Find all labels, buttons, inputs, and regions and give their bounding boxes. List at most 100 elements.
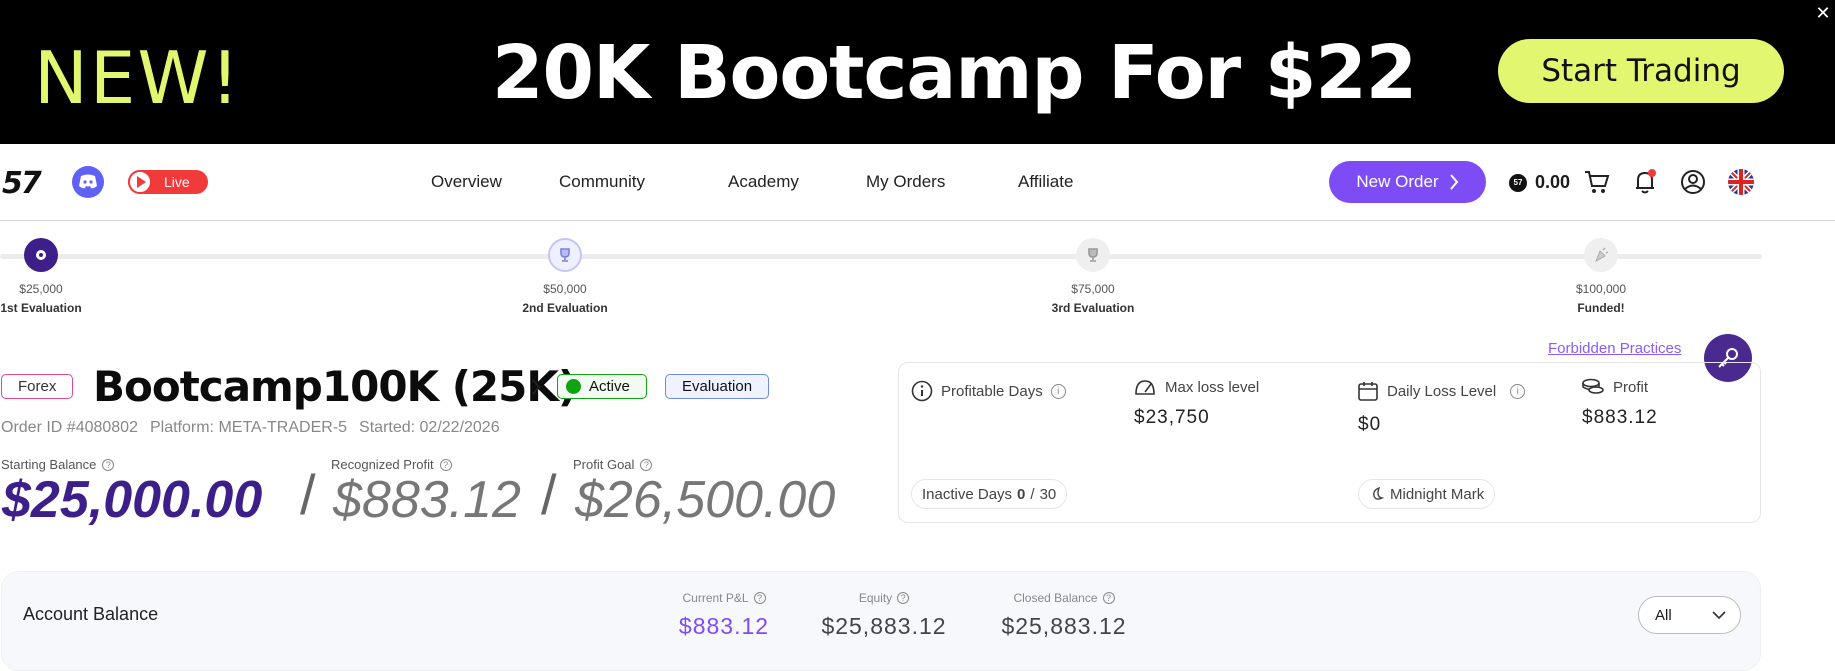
step-1st-evaluation: $25,000 1st Evaluation (0, 238, 121, 315)
step-name: Funded! (1577, 301, 1625, 315)
account-balance-title: Account Balance (23, 604, 159, 624)
status-dot-icon (566, 379, 581, 394)
equity-label: Equity (858, 591, 893, 605)
chevron-right-icon[interactable] (530, 378, 542, 396)
current-pnl-value: $883.12 (678, 613, 770, 639)
new-order-label: New Order (1356, 172, 1439, 191)
inactive-days-current: 0 (1017, 485, 1026, 503)
daily-loss-stat: Daily Loss Level i (1357, 380, 1526, 402)
moon-icon (1373, 486, 1385, 500)
calendar-icon (1358, 382, 1378, 401)
starting-balance-value: $25,000.00 (2, 471, 263, 529)
daily-loss-value: $0 (1358, 414, 1382, 435)
coin-balance[interactable]: 57 0.00 (1509, 172, 1570, 193)
equity-value: $25,883.12 (821, 613, 947, 639)
step-amount: $25,000 (19, 282, 63, 296)
trading-stats-panel: Profitable Days i Max loss level $23,750… (898, 362, 1761, 523)
profit-label: Profit (1613, 378, 1649, 396)
step-current-icon (24, 238, 58, 272)
max-loss-value: $23,750 (1134, 407, 1210, 428)
started-date: Started: 02/22/2026 (359, 419, 500, 436)
account-balance-card: Account Balance Current P&L? $883.12 Equ… (1, 571, 1761, 671)
recognized-profit-value: $883.12 (333, 471, 521, 529)
forbidden-practices-link[interactable]: Forbidden Practices (1548, 340, 1681, 357)
help-icon[interactable]: ? (640, 458, 653, 471)
nav-link-community[interactable]: Community (559, 172, 645, 192)
balance-filter-select[interactable]: All (1638, 596, 1741, 634)
closed-balance-value: $25,883.12 (1001, 613, 1127, 639)
banner-title: 20K Bootcamp For $22 (492, 30, 1417, 116)
nav-link-academy[interactable]: Academy (728, 172, 799, 192)
market-badge: Forex (1, 374, 74, 399)
help-icon[interactable]: ? (102, 458, 115, 471)
discord-icon[interactable] (72, 166, 104, 198)
separator-slash: / (300, 463, 316, 526)
help-icon[interactable]: ? (753, 592, 766, 604)
daily-loss-label: Daily Loss Level (1387, 382, 1497, 400)
phase-badge: Evaluation (665, 374, 770, 399)
order-id: Order ID #4080802 (1, 419, 138, 436)
step-name: 1st Evaluation (0, 301, 82, 315)
separator-slash: / (541, 463, 557, 526)
promo-banner: NEW! 20K Bootcamp For $22 Start Trading … (0, 0, 1835, 144)
inactive-days-label: Inactive Days (922, 485, 1013, 503)
coin-balance-value: 0.00 (1535, 172, 1571, 192)
max-loss-label: Max loss level (1165, 378, 1260, 396)
coin-icon: 57 (1509, 173, 1527, 192)
nav-link-overview[interactable]: Overview (431, 172, 502, 192)
banner-close-icon[interactable]: ✕ (1814, 4, 1832, 22)
closed-balance: Closed Balance? $25,883.12 (989, 591, 1139, 640)
profit-stat: Profit (1581, 377, 1648, 397)
chevron-right-icon (1449, 174, 1458, 190)
notification-bell-icon[interactable] (1631, 168, 1659, 196)
start-trading-button[interactable]: Start Trading (1498, 39, 1784, 103)
midnight-mark-pill[interactable]: Midnight Mark (1358, 479, 1496, 509)
profitable-days-stat: Profitable Days i (911, 380, 1066, 402)
current-pnl: Current P&L? $883.12 (664, 591, 784, 640)
step-name: 2nd Evaluation (522, 301, 608, 315)
trophy-icon (1076, 238, 1110, 272)
help-icon[interactable]: ? (1102, 592, 1115, 604)
info-small-icon[interactable]: i (1510, 383, 1526, 399)
equity: Equity? $25,883.12 (809, 591, 959, 640)
new-order-button[interactable]: New Order (1329, 161, 1486, 203)
max-loss-stat: Max loss level (1133, 377, 1259, 397)
live-button[interactable]: Live (128, 170, 208, 194)
inactive-days-separator: / (1030, 485, 1035, 503)
progress-track (0, 254, 1762, 259)
inactive-days-total: 30 (1039, 485, 1057, 503)
help-icon[interactable]: ? (439, 458, 452, 471)
midnight-mark-label: Midnight Mark (1390, 485, 1485, 503)
profitable-days-label: Profitable Days (941, 382, 1043, 400)
gauge-icon (1135, 380, 1155, 395)
step-name: 3rd Evaluation (1051, 301, 1135, 315)
step-amount: $100,000 (1575, 282, 1627, 296)
step-amount: $75,000 (1071, 282, 1115, 296)
info-small-icon[interactable]: i (1050, 383, 1066, 399)
language-uk-flag-icon[interactable] (1728, 169, 1754, 195)
nav-link-affiliate[interactable]: Affiliate (1018, 172, 1073, 192)
party-popper-icon (1584, 238, 1618, 272)
step-funded: $100,000 Funded! (1521, 238, 1681, 315)
coins-icon (1582, 378, 1604, 394)
platform: Platform: META-TRADER-5 (149, 419, 348, 436)
balance-filter-value: All (1655, 606, 1672, 624)
current-pnl-label: Current P&L (682, 591, 749, 605)
step-amount: $50,000 (543, 282, 587, 296)
step-3rd-evaluation: $75,000 3rd Evaluation (1013, 238, 1173, 315)
user-account-icon[interactable] (1679, 168, 1707, 196)
profit-goal-value: $26,500.00 (575, 471, 836, 529)
cart-icon[interactable] (1583, 168, 1611, 196)
order-meta: Order ID #4080802 Platform: META-TRADER-… (1, 419, 500, 437)
help-icon[interactable]: ? (897, 592, 910, 604)
nav-link-my-orders[interactable]: My Orders (866, 172, 945, 192)
play-icon (128, 170, 152, 194)
status-label: Active (589, 378, 630, 395)
live-label: Live (164, 174, 190, 190)
brand-logo[interactable]: 57 (2, 166, 42, 201)
closed-balance-label: Closed Balance (1013, 591, 1098, 605)
trophy-icon (548, 238, 582, 272)
account-title: Bootcamp100K (25K) (93, 362, 577, 411)
banner-new-label: NEW! (34, 36, 242, 120)
status-badge: Active (557, 374, 647, 399)
